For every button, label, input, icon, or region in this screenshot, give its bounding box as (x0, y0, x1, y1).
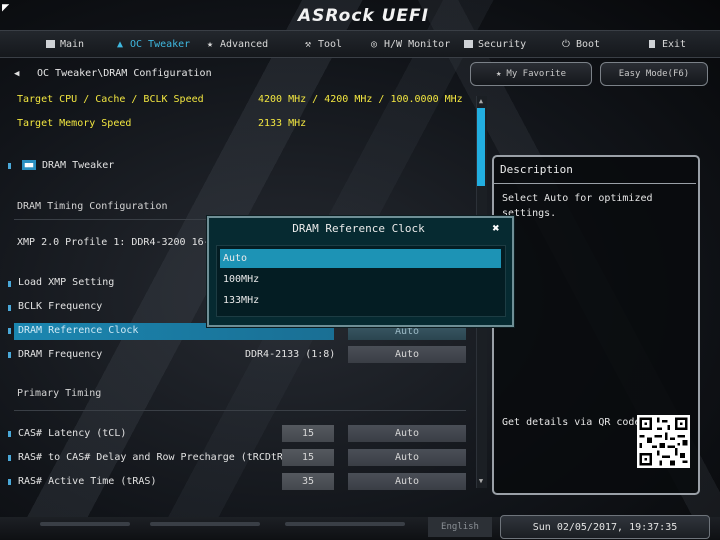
tab-advanced[interactable]: ★ Advanced (204, 35, 268, 53)
divider (14, 410, 466, 411)
tab-main-label: Main (60, 38, 85, 50)
target-memory-value: 2133 MHz (258, 118, 307, 129)
row-bullet (8, 305, 11, 311)
primary-timing-heading: Primary Timing (17, 388, 102, 399)
xmp-profile-text: XMP 2.0 Profile 1: DDR4-3200 16-18 (17, 237, 222, 248)
language-button[interactable]: English (428, 517, 492, 537)
back-arrow-icon[interactable]: ◀ (14, 69, 19, 79)
tab-boot-label: Boot (576, 38, 601, 50)
dram-frequency-value[interactable]: Auto (348, 346, 466, 363)
close-icon[interactable]: ✖ (489, 221, 503, 235)
exit-icon (646, 38, 658, 50)
load-xmp-setting-item[interactable]: Load XMP Setting (18, 277, 114, 288)
tab-security-label: Security (478, 38, 527, 50)
decorative-bar (285, 522, 405, 526)
decorative-bar (40, 522, 130, 526)
breadcrumb: OC Tweaker\DRAM Configuration (37, 68, 212, 79)
option-auto[interactable]: Auto (220, 249, 501, 268)
tab-oc-tweaker-label: OC Tweaker (130, 38, 191, 50)
row-bullet (8, 431, 11, 437)
option-133mhz[interactable]: 133MHz (220, 291, 501, 310)
decorative-bar (150, 522, 260, 526)
row-bullet (8, 281, 11, 287)
monitor-icon: ◎ (370, 38, 378, 50)
qr-code-image (637, 415, 690, 468)
tab-exit-label: Exit (662, 38, 687, 50)
easy-mode-button[interactable]: Easy Mode(F6) (600, 62, 708, 86)
target-cpu-value: 4200 MHz / 4200 MHz / 100.0000 MHz (258, 94, 463, 105)
tab-boot[interactable]: ⏻ Boot (560, 35, 600, 53)
cas-latency-value[interactable]: Auto (348, 425, 466, 442)
ras-active-time-value[interactable]: Auto (348, 473, 466, 490)
date-time-display: Sun 02/05/2017, 19:37:35 (500, 515, 710, 539)
qr-code-caption: Get details via QR code (502, 417, 641, 428)
mouse-cursor-icon: ◤ (2, 0, 10, 14)
my-favorite-button[interactable]: ★ My Favorite (470, 62, 592, 86)
dram-timing-configuration-heading: DRAM Timing Configuration (17, 201, 168, 212)
row-bullet (8, 479, 11, 485)
cas-latency-current: 15 (282, 425, 334, 442)
tab-main[interactable]: Main (44, 35, 84, 53)
tab-oc-tweaker[interactable]: ▲ OC Tweaker (114, 35, 190, 53)
ras-active-time-item[interactable]: RAS# Active Time (tRAS) (18, 476, 156, 487)
row-bullet (8, 352, 11, 358)
my-favorite-label: My Favorite (506, 69, 567, 79)
ras-active-time-current: 35 (282, 473, 334, 490)
top-menu-bar: Main ▲ OC Tweaker ★ Advanced ⚒ Tool ◎ H/… (0, 30, 720, 58)
bclk-frequency-item[interactable]: BCLK Frequency (18, 301, 102, 312)
description-divider (494, 183, 696, 184)
tab-hw-monitor-label: H/W Monitor (384, 38, 451, 50)
grid-icon (44, 38, 56, 50)
dram-frequency-current: DDR4-2133 (1:8) (245, 349, 336, 360)
tab-tool[interactable]: ⚒ Tool (302, 35, 342, 53)
ras-to-cas-delay-value[interactable]: Auto (348, 449, 466, 466)
ras-to-cas-delay-current: 15 (282, 449, 334, 466)
row-bullet (8, 455, 11, 461)
tab-tool-label: Tool (318, 38, 343, 50)
asrock-uefi-logo: ASRock UEFI (298, 6, 429, 26)
target-cpu-label: Target CPU / Cache / BCLK Speed (17, 94, 204, 105)
scroll-up-icon[interactable]: ▲ (477, 97, 485, 105)
flame-icon: ▲ (116, 38, 124, 50)
cas-latency-item[interactable]: CAS# Latency (tCL) (18, 428, 126, 439)
description-title: Description (500, 163, 573, 176)
tab-exit[interactable]: Exit (646, 35, 686, 53)
tab-hw-monitor[interactable]: ◎ H/W Monitor (368, 35, 450, 53)
tools-icon: ⚒ (304, 38, 312, 50)
dram-reference-clock-item[interactable]: DRAM Reference Clock (18, 325, 138, 336)
scrollbar-thumb[interactable] (477, 108, 485, 186)
row-bullet (8, 328, 11, 334)
memory-icon: ■■ (22, 160, 36, 170)
dram-frequency-item[interactable]: DRAM Frequency (18, 349, 102, 360)
tab-security[interactable]: Security (462, 35, 526, 53)
star-icon: ★ (495, 69, 502, 79)
power-icon: ⏻ (562, 38, 570, 50)
easy-mode-label: Easy Mode(F6) (618, 69, 690, 79)
target-memory-label: Target Memory Speed (17, 118, 132, 129)
tab-advanced-label: Advanced (220, 38, 269, 50)
dialog-title: DRAM Reference Clock (292, 222, 425, 235)
dram-tweaker-link[interactable]: DRAM Tweaker (42, 160, 114, 171)
shield-icon (462, 38, 474, 50)
star-icon: ★ (206, 38, 214, 50)
ras-to-cas-delay-item[interactable]: RAS# to CAS# Delay and Row Precharge (tR… (18, 452, 295, 463)
description-text: Select Auto for optimized settings. (502, 193, 653, 219)
scroll-down-icon[interactable]: ▼ (477, 477, 485, 485)
option-100mhz[interactable]: 100MHz (220, 270, 501, 289)
row-bullet (8, 163, 11, 169)
